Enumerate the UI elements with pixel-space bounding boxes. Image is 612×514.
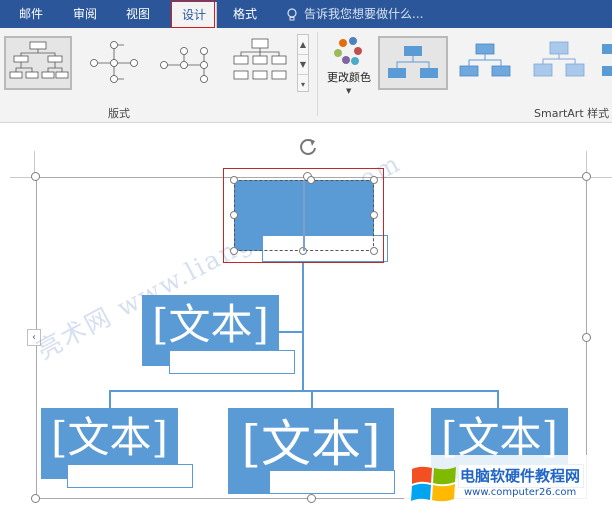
connector-line	[109, 390, 111, 408]
org-chart-layout-icon	[9, 41, 69, 79]
gallery-more-icon[interactable]: ▾	[298, 75, 308, 94]
rotate-handle[interactable]	[296, 136, 320, 162]
ribbon: ▲ ▼ ▾ 版式 更改颜色 ▼ SmartArt 样式	[0, 28, 612, 123]
layout-horizontal-hierarchy[interactable]	[154, 36, 222, 90]
lightbulb-icon	[287, 8, 297, 21]
layout-picture-org-chart[interactable]	[228, 36, 296, 90]
shape-handle[interactable]	[307, 176, 315, 184]
change-colors-button[interactable]: 更改颜色 ▼	[322, 34, 376, 98]
gallery-up-icon[interactable]: ▲	[298, 35, 308, 55]
connector-line	[302, 251, 304, 390]
ribbon-group-separator	[317, 32, 318, 116]
picture-org-layout-icon	[233, 38, 287, 80]
style-more[interactable]	[598, 36, 612, 90]
shape-handle[interactable]	[370, 247, 378, 255]
shape-handle[interactable]	[230, 247, 238, 255]
style-flat-icon	[388, 46, 438, 78]
layouts-gallery-scroll[interactable]: ▲ ▼ ▾	[297, 34, 309, 92]
child-subshape-2[interactable]	[269, 470, 395, 494]
change-colors-label: 更改颜色	[327, 71, 371, 84]
shape-handle[interactable]	[370, 211, 378, 219]
tell-me-placeholder: 告诉我您想要做什么...	[304, 7, 424, 21]
connector-line	[279, 331, 303, 333]
logo-url: www.computer26.com	[464, 487, 577, 498]
tab-format[interactable]: 格式	[222, 0, 268, 28]
style-subtle[interactable]	[452, 36, 522, 90]
frame-handle-top-right[interactable]	[582, 172, 591, 181]
style-gradient-icon	[533, 41, 585, 77]
circle-hierarchy-layout-icon	[90, 41, 138, 83]
tab-review[interactable]: 审阅	[62, 0, 108, 28]
layout-org-chart[interactable]	[4, 36, 72, 90]
frame-handle-top-left[interactable]	[31, 172, 40, 181]
style-gradient[interactable]	[526, 36, 596, 90]
layouts-gallery	[4, 34, 296, 92]
assistant-subshape[interactable]	[169, 350, 295, 374]
shape-handle[interactable]	[230, 176, 238, 184]
shape-handle[interactable]	[370, 176, 378, 184]
layouts-group-label: 版式	[108, 107, 130, 120]
tab-view[interactable]: 视图	[115, 0, 161, 28]
chevron-down-icon: ▼	[346, 87, 352, 95]
smartart-styles-group-label: SmartArt 样式	[534, 107, 610, 120]
tab-design[interactable]: 设计	[171, 2, 217, 28]
style-subtle-icon	[459, 43, 511, 77]
color-palette-icon	[334, 37, 362, 65]
style-flat[interactable]	[378, 36, 448, 90]
child-subshape-1[interactable]	[67, 464, 193, 488]
tab-mailings[interactable]: 邮件	[10, 0, 52, 28]
connector-line	[311, 390, 313, 408]
frame-handle-right[interactable]	[582, 333, 591, 342]
shape-handle[interactable]	[230, 211, 238, 219]
site-logo: 电脑软硬件教程网 www.computer26.com	[404, 455, 612, 514]
windows-logo-icon	[411, 466, 456, 502]
ribbon-tab-bar: 邮件 审阅 视图 设计 格式 告诉我您想要做什么...	[0, 0, 612, 28]
style-more-icon	[602, 44, 612, 76]
smartart-styles-gallery	[376, 34, 612, 92]
rotate-icon	[300, 139, 316, 155]
frame-handle-bottom[interactable]	[307, 494, 316, 503]
horizontal-hierarchy-layout-icon	[160, 47, 208, 83]
layout-circle-hierarchy[interactable]	[80, 36, 148, 90]
logo-title: 电脑软硬件教程网	[460, 467, 581, 485]
connector-line	[497, 390, 499, 408]
gallery-down-icon[interactable]: ▼	[298, 55, 308, 75]
frame-handle-bottom-left[interactable]	[31, 494, 40, 503]
connector-line	[109, 390, 498, 392]
connector-line	[303, 180, 305, 251]
